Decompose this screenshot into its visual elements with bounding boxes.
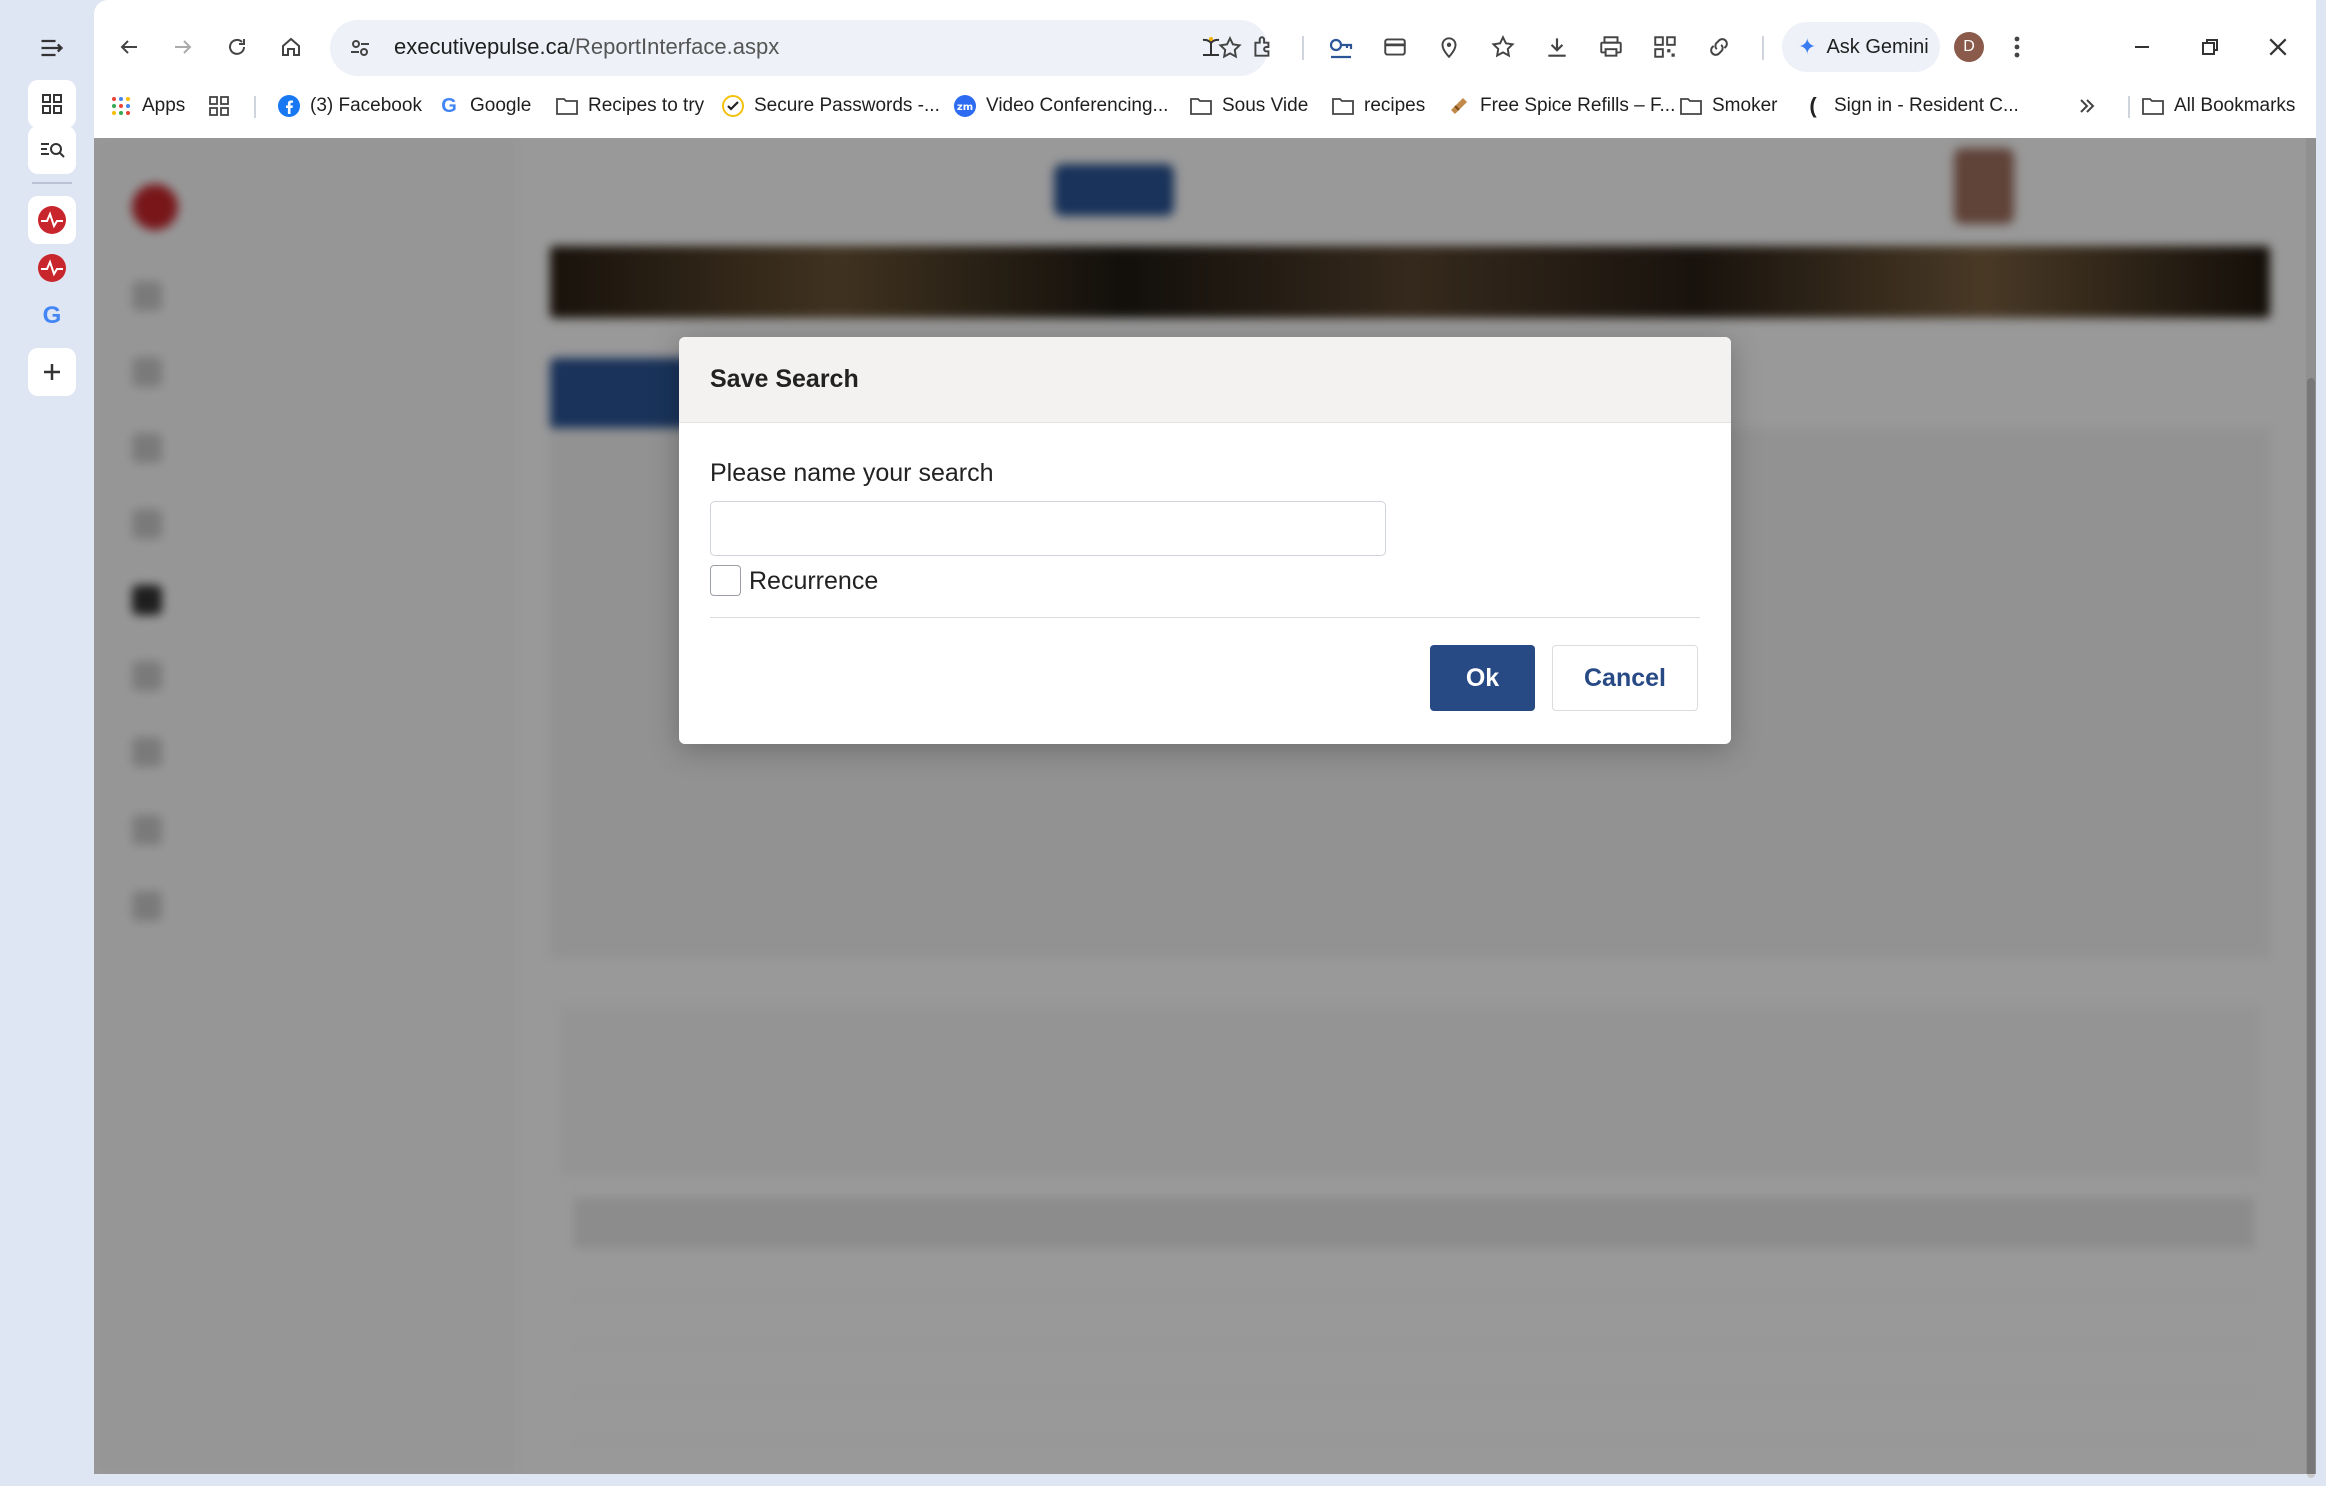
- extension-island-icon[interactable]: [1188, 24, 1234, 70]
- bookmark-label: Recipes to try: [588, 95, 705, 116]
- folder-icon: [2140, 93, 2166, 119]
- folder-icon: [554, 93, 580, 119]
- google-icon: G: [441, 94, 457, 117]
- recurrence-checkbox[interactable]: [710, 565, 741, 596]
- bookmark-video-conferencing[interactable]: zm Video Conferencing...: [952, 90, 1168, 122]
- url-path: /ReportInterface.aspx: [568, 34, 780, 59]
- ask-gemini-button[interactable]: ✦ Ask Gemini: [1782, 22, 1940, 72]
- gemini-sparkle-icon: ✦: [1798, 34, 1817, 59]
- bookmarks-bar: Apps (3) Facebook G Google Recipes to tr…: [94, 84, 2316, 128]
- all-bookmarks-label: All Bookmarks: [2174, 95, 2296, 116]
- reload-button[interactable]: [214, 24, 260, 70]
- zoom-icon: zm: [952, 93, 978, 119]
- bookmark-tab-groups[interactable]: [206, 90, 240, 122]
- bookmark-label: Sign in - Resident C...: [1834, 95, 2019, 116]
- bookmark-label: Video Conferencing...: [986, 95, 1169, 116]
- tab-grid-icon[interactable]: [28, 80, 76, 128]
- cancel-button[interactable]: Cancel: [1552, 645, 1698, 711]
- tab-executivepulse[interactable]: [28, 244, 76, 292]
- bookmark-sous-vide[interactable]: Sous Vide: [1188, 90, 1308, 122]
- bookmark-recipes-to-try[interactable]: Recipes to try: [554, 90, 704, 122]
- dialog-header: Save Search: [679, 337, 1731, 423]
- profile-avatar[interactable]: D: [1954, 32, 1984, 62]
- bookmark-label: recipes: [1364, 95, 1426, 116]
- close-window-icon[interactable]: [2250, 24, 2306, 70]
- bookmark-label: Secure Passwords -...: [754, 95, 940, 116]
- bookmark-google[interactable]: G Google: [436, 90, 531, 122]
- apps-grid-icon: [108, 93, 134, 119]
- tab-google[interactable]: G: [28, 292, 76, 340]
- bookmark-apps[interactable]: Apps: [108, 90, 185, 122]
- tab-executivepulse-active[interactable]: [28, 196, 76, 244]
- double-chevron-right-icon: [2074, 93, 2100, 119]
- copy-link-icon[interactable]: [1696, 24, 1742, 70]
- facebook-icon: [276, 93, 302, 119]
- bookmarks-separator: [2128, 96, 2130, 118]
- back-button[interactable]: [106, 24, 152, 70]
- dialog-body: Please name your search Recurrence Ok Ca…: [679, 423, 1731, 744]
- spice-icon: [1446, 93, 1472, 119]
- bookmark-label: Sous Vide: [1222, 95, 1309, 116]
- print-icon[interactable]: [1588, 24, 1634, 70]
- favorites-star-icon[interactable]: [1480, 24, 1526, 70]
- download-icon[interactable]: [1534, 24, 1580, 70]
- bookmark-secure-passwords[interactable]: Secure Passwords -...: [720, 90, 940, 122]
- bookmark-label: Apps: [142, 95, 186, 116]
- all-bookmarks-button[interactable]: All Bookmarks: [2140, 90, 2295, 122]
- bookmark-label: Google: [470, 95, 532, 116]
- ok-button[interactable]: Ok: [1430, 645, 1535, 711]
- bookmarks-separator: [254, 96, 256, 118]
- dialog-title: Save Search: [710, 365, 859, 393]
- more-menu-icon[interactable]: [1994, 24, 2040, 70]
- browser-toolbar: executivepulse.ca/ReportInterface.aspx ✦…: [94, 12, 2316, 82]
- password-key-icon[interactable]: [1318, 24, 1364, 70]
- bookmark-label: Smoker: [1712, 95, 1778, 116]
- forward-button[interactable]: [160, 24, 206, 70]
- qr-code-icon[interactable]: [1642, 24, 1688, 70]
- folder-icon: [1188, 93, 1214, 119]
- search-name-label: Please name your search: [710, 459, 994, 487]
- site-info-icon[interactable]: [340, 28, 380, 68]
- profile-initial: D: [1963, 38, 1975, 55]
- toolbar-separator: [1302, 36, 1304, 60]
- folder-icon: [1330, 93, 1356, 119]
- bookmark-label: Free Spice Refills – F...: [1480, 95, 1676, 116]
- more-bookmarks-button[interactable]: [2074, 90, 2108, 122]
- recurrence-label[interactable]: Recurrence: [749, 567, 878, 596]
- save-search-dialog: Save Search Please name your search Recu…: [679, 337, 1731, 744]
- folder-icon: [1678, 93, 1704, 119]
- bookmark-facebook[interactable]: (3) Facebook: [276, 90, 422, 122]
- bookmark-recipes[interactable]: recipes: [1330, 90, 1425, 122]
- resident-icon: (: [1809, 93, 1817, 118]
- minimize-window-icon[interactable]: [2114, 24, 2170, 70]
- bookmark-smoker[interactable]: Smoker: [1678, 90, 1777, 122]
- url-domain: executivepulse.ca: [394, 34, 569, 59]
- home-button[interactable]: [268, 24, 314, 70]
- restore-window-icon[interactable]: [2182, 24, 2238, 70]
- cancel-label: Cancel: [1584, 663, 1666, 692]
- search-name-input[interactable]: [710, 501, 1386, 556]
- location-pin-icon[interactable]: [1426, 24, 1472, 70]
- ask-gemini-label: Ask Gemini: [1826, 35, 1929, 58]
- bookmark-free-spice-refills[interactable]: Free Spice Refills – F...: [1446, 90, 1675, 122]
- tab-search-icon[interactable]: [28, 126, 76, 174]
- browser-chrome: executivepulse.ca/ReportInterface.aspx ✦…: [94, 0, 2316, 138]
- check-circle-icon: [720, 93, 746, 119]
- svg-text:zm: zm: [957, 102, 973, 113]
- tab-groups-grid-icon: [206, 93, 232, 119]
- ok-label: Ok: [1465, 663, 1500, 692]
- extensions-puzzle-icon[interactable]: [1240, 24, 1286, 70]
- toolbar-separator: [1762, 36, 1764, 60]
- collapse-tabs-icon[interactable]: [28, 24, 76, 72]
- address-bar[interactable]: executivepulse.ca/ReportInterface.aspx: [330, 20, 1268, 76]
- new-tab-button[interactable]: [28, 348, 76, 396]
- bookmark-sign-in-resident[interactable]: ( Sign in - Resident C...: [1800, 90, 2019, 122]
- payment-card-icon[interactable]: [1372, 24, 1418, 70]
- google-icon: G: [42, 302, 62, 329]
- url-text[interactable]: executivepulse.ca/ReportInterface.aspx: [394, 34, 779, 60]
- bookmark-label: (3) Facebook: [310, 95, 422, 116]
- dialog-divider: [710, 617, 1700, 618]
- vertical-tab-strip: G: [12, 0, 94, 1486]
- tab-strip-divider: [32, 182, 72, 184]
